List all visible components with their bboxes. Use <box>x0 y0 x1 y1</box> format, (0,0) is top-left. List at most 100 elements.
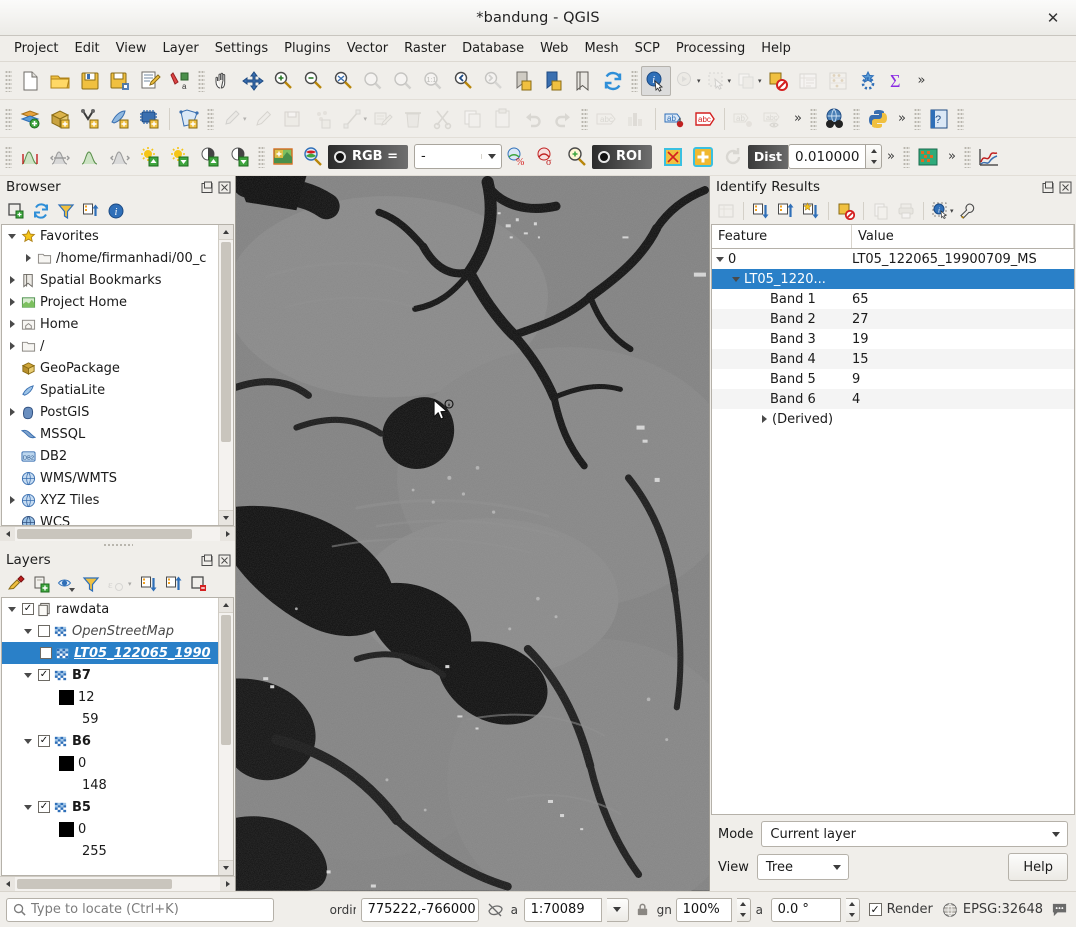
delete-selected-button[interactable] <box>398 104 428 134</box>
label-button[interactable]: abc <box>591 104 621 134</box>
locator-search-input[interactable]: Type to locate (Ctrl+K) <box>6 897 274 922</box>
menu-help[interactable]: Help <box>753 38 799 59</box>
browser-item-spatial-bookmarks[interactable]: Spatial Bookmarks <box>2 269 218 291</box>
mode-combo[interactable]: Current layer <box>761 821 1068 847</box>
table-row[interactable]: LT05_1220... <box>712 269 1074 289</box>
toggle-extents-icon[interactable] <box>484 901 506 919</box>
toolbar-grip[interactable] <box>258 145 265 168</box>
toolbar-grip[interactable] <box>581 107 589 130</box>
layer-checkbox[interactable]: ✓ <box>20 603 36 615</box>
menu-database[interactable]: Database <box>454 38 532 59</box>
identify-settings-wrench-icon[interactable] <box>956 200 980 222</box>
browser-item-project-home[interactable]: Project Home <box>2 291 218 313</box>
spinner-down-icon[interactable] <box>866 157 881 169</box>
render-checkbox[interactable]: ✓ <box>868 903 882 916</box>
scrollbar-thumb[interactable] <box>17 529 192 539</box>
remove-layer-icon[interactable] <box>187 573 211 595</box>
column-header-value[interactable]: Value <box>852 225 1074 248</box>
twisty-down-icon[interactable] <box>20 672 36 678</box>
scp-working-toolbar-button[interactable] <box>268 142 298 172</box>
bookmark-manager-button[interactable] <box>568 66 598 96</box>
zoom-full-button[interactable] <box>328 66 358 96</box>
modify-attributes-button[interactable] <box>368 104 398 134</box>
expand-new-results-icon[interactable] <box>714 200 738 222</box>
zoom-native-resolution-button[interactable]: 1:1 <box>418 66 448 96</box>
layer-item-lt05-selected[interactable]: LT05_122065_1990 <box>2 642 218 664</box>
scp-rgb-indicator[interactable]: RGB = <box>328 144 409 169</box>
scp-create-roi-button[interactable] <box>658 142 688 172</box>
refresh-map-button[interactable] <box>598 66 628 96</box>
chevron-down-icon[interactable] <box>830 864 844 870</box>
edit-expression-dropdown-caret[interactable]: ▾ <box>125 580 135 588</box>
twisty-down-icon[interactable] <box>728 276 744 282</box>
scp-zoom-preview-button[interactable] <box>298 142 328 172</box>
scp-zoom-roi-button[interactable] <box>562 142 592 172</box>
twisty-right-icon[interactable] <box>4 342 20 350</box>
table-row[interactable]: Band 6 4 <box>712 389 1074 409</box>
scrollbar-track[interactable] <box>15 527 220 541</box>
toolbar-grip[interactable] <box>5 145 12 168</box>
refresh-browser-icon[interactable] <box>29 200 53 222</box>
pin-labels-button[interactable]: ab <box>660 104 690 134</box>
collapse-all-results-icon[interactable] <box>774 200 798 222</box>
menu-scp[interactable]: SCP <box>627 38 668 59</box>
collapse-all-icon[interactable] <box>79 200 103 222</box>
add-raster-layer-button[interactable] <box>45 104 75 134</box>
layers-tree[interactable]: ✓ rawdata OpenStreetMap LT05_122065_1990… <box>1 597 234 876</box>
twisty-down-icon[interactable] <box>20 628 36 634</box>
browser-tree-horizontal-scrollbar[interactable] <box>0 526 235 541</box>
zoom-out-button[interactable] <box>298 66 328 96</box>
deselect-features-button[interactable] <box>732 66 762 96</box>
toolbar-grip[interactable] <box>5 107 12 130</box>
spinner-up-icon[interactable] <box>866 145 881 157</box>
add-postgis-layer-button[interactable] <box>135 104 165 134</box>
scrollbar-thumb[interactable] <box>17 879 172 889</box>
view-combo[interactable]: Tree <box>756 854 849 880</box>
decrease-contrast-button[interactable] <box>225 142 255 172</box>
add-delimited-text-layer-button[interactable] <box>75 104 105 134</box>
new-bookmark-button[interactable] <box>508 66 538 96</box>
layer-item-b6[interactable]: ✓ B6 <box>2 730 218 752</box>
properties-info-icon[interactable]: i <box>104 200 128 222</box>
identify-mode-dropdown-caret[interactable]: ▾ <box>950 207 954 215</box>
save-project-as-button[interactable] <box>105 66 135 96</box>
plugins-toolbar-overflow-button[interactable]: » <box>893 111 911 126</box>
scp-dist-input[interactable]: 0.010000 <box>788 144 866 169</box>
table-row[interactable]: Band 1 65 <box>712 289 1074 309</box>
toggle-editing-button[interactable] <box>248 104 278 134</box>
browser-tree[interactable]: Favorites /home/firmanhadi/00_c Spatial … <box>1 224 234 526</box>
layer-item-rawdata[interactable]: ✓ rawdata <box>2 598 218 620</box>
style-manager-button[interactable]: a <box>165 66 195 96</box>
scp-undo-roi-button[interactable] <box>718 142 748 172</box>
window-close-button[interactable]: ✕ <box>1042 7 1064 29</box>
deselect-all-button[interactable] <box>763 66 793 96</box>
full-extent-stretch-button[interactable] <box>45 142 75 172</box>
scroll-left-icon[interactable] <box>0 527 15 541</box>
left-dock-splitter[interactable] <box>0 541 235 549</box>
add-feature-button[interactable] <box>308 104 338 134</box>
scroll-up-icon[interactable] <box>219 225 233 240</box>
twisty-right-icon[interactable] <box>4 320 20 328</box>
menu-mesh[interactable]: Mesh <box>576 38 626 59</box>
identify-results-table[interactable]: 0 LT05_122065_19900709_MS LT05_1220... B… <box>711 248 1075 815</box>
hide-labels-button[interactable]: abc <box>759 104 789 134</box>
highlight-all-icon[interactable] <box>799 200 823 222</box>
menu-web[interactable]: Web <box>532 38 576 59</box>
diagram-button[interactable] <box>621 104 651 134</box>
redo-button[interactable] <box>548 104 578 134</box>
menu-project[interactable]: Project <box>6 38 66 59</box>
toolbar-grip[interactable] <box>810 107 817 130</box>
sum-expression-button[interactable]: Σ <box>883 66 913 96</box>
spinner-down-icon[interactable] <box>846 910 859 921</box>
increase-brightness-button[interactable] <box>135 142 165 172</box>
browser-item-xyz-tiles[interactable]: XYZ Tiles <box>2 489 218 511</box>
twisty-right-icon[interactable] <box>4 496 20 504</box>
add-selected-layers-icon[interactable] <box>4 200 28 222</box>
magnifier-spinner[interactable] <box>736 897 751 922</box>
zoom-last-button[interactable] <box>448 66 478 96</box>
scp-toolbar-overflow-button[interactable]: » <box>882 149 900 164</box>
local-cumulative-cut-stretch-button[interactable] <box>15 142 45 172</box>
scp-roi-indicator[interactable]: ROI <box>592 144 652 169</box>
layer-item-b7[interactable]: ✓ B7 <box>2 664 218 686</box>
undo-button[interactable] <box>518 104 548 134</box>
